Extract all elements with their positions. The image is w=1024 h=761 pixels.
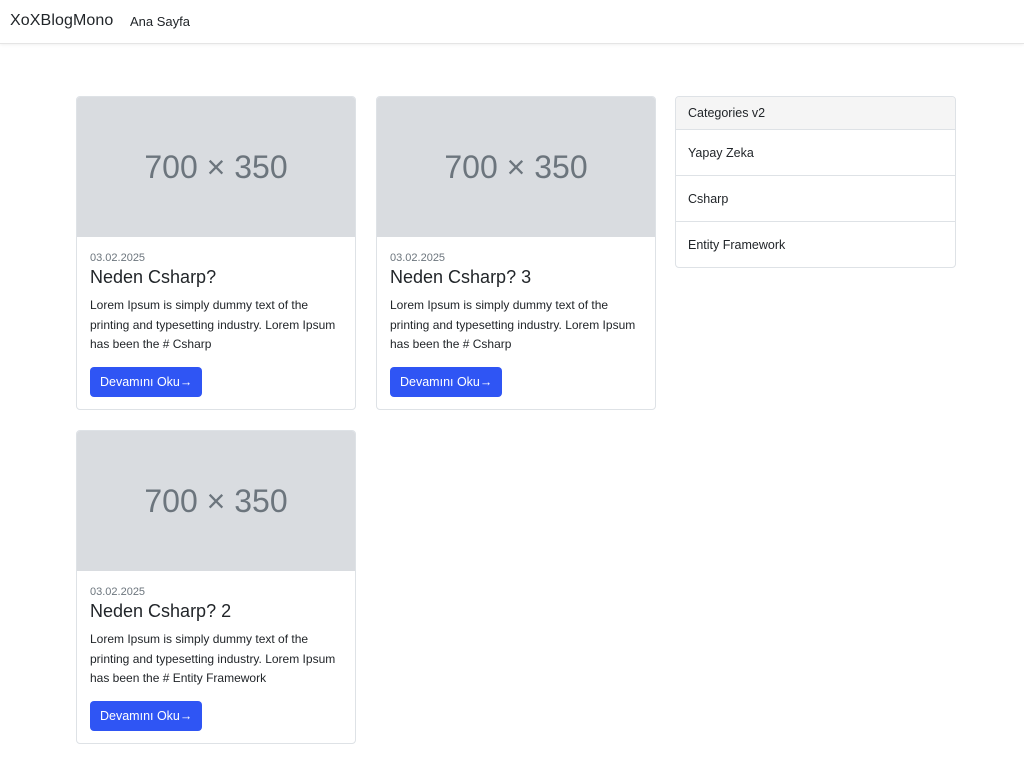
post-title: Neden Csharp? bbox=[90, 267, 217, 287]
post-image-label: 700 × 350 bbox=[144, 148, 288, 185]
post-date: 03.02.2025 bbox=[390, 252, 446, 264]
post-date: 03.02.2025 bbox=[90, 586, 146, 598]
nav-link-home[interactable]: Ana Sayfa bbox=[130, 14, 190, 29]
category-item-csharp[interactable]: Csharp bbox=[676, 176, 955, 222]
post-title: Neden Csharp? 3 bbox=[390, 267, 532, 287]
post-card: 700 × 350 03.02.2025 Neden Csharp? 3 Lor… bbox=[376, 96, 656, 410]
navbar: XoXBlogMono Ana Sayfa bbox=[0, 0, 1024, 44]
read-more-button[interactable]: Devamını Oku→ bbox=[390, 367, 503, 397]
post-image-label: 700 × 350 bbox=[144, 482, 288, 519]
post-image-placeholder: 700 × 350 bbox=[377, 97, 655, 237]
post-excerpt: Lorem Ipsum is simply dummy text of the … bbox=[90, 632, 336, 685]
post-date: 03.02.2025 bbox=[90, 252, 146, 264]
read-more-button[interactable]: Devamını Oku→ bbox=[90, 701, 203, 731]
post-title: Neden Csharp? 2 bbox=[90, 601, 232, 621]
category-item-yapay-zeka[interactable]: Yapay Zeka bbox=[676, 130, 955, 176]
post-image-placeholder: 700 × 350 bbox=[77, 97, 355, 237]
read-more-button[interactable]: Devamını Oku→ bbox=[90, 367, 203, 397]
categories-header: Categories v2 bbox=[676, 97, 955, 130]
post-excerpt: Lorem Ipsum is simply dummy text of the … bbox=[90, 298, 336, 351]
category-item-entity-framework[interactable]: Entity Framework bbox=[676, 222, 955, 267]
post-image-placeholder: 700 × 350 bbox=[77, 431, 355, 571]
post-card: 700 × 350 03.02.2025 Neden Csharp? Lorem… bbox=[76, 96, 356, 410]
post-excerpt: Lorem Ipsum is simply dummy text of the … bbox=[390, 298, 636, 351]
brand-link[interactable]: XoXBlogMono bbox=[10, 12, 113, 30]
post-card: 700 × 350 03.02.2025 Neden Csharp? 2 Lor… bbox=[76, 430, 356, 744]
categories-panel: Categories v2 Yapay Zeka Csharp Entity F… bbox=[675, 96, 956, 268]
post-image-label: 700 × 350 bbox=[444, 148, 588, 185]
